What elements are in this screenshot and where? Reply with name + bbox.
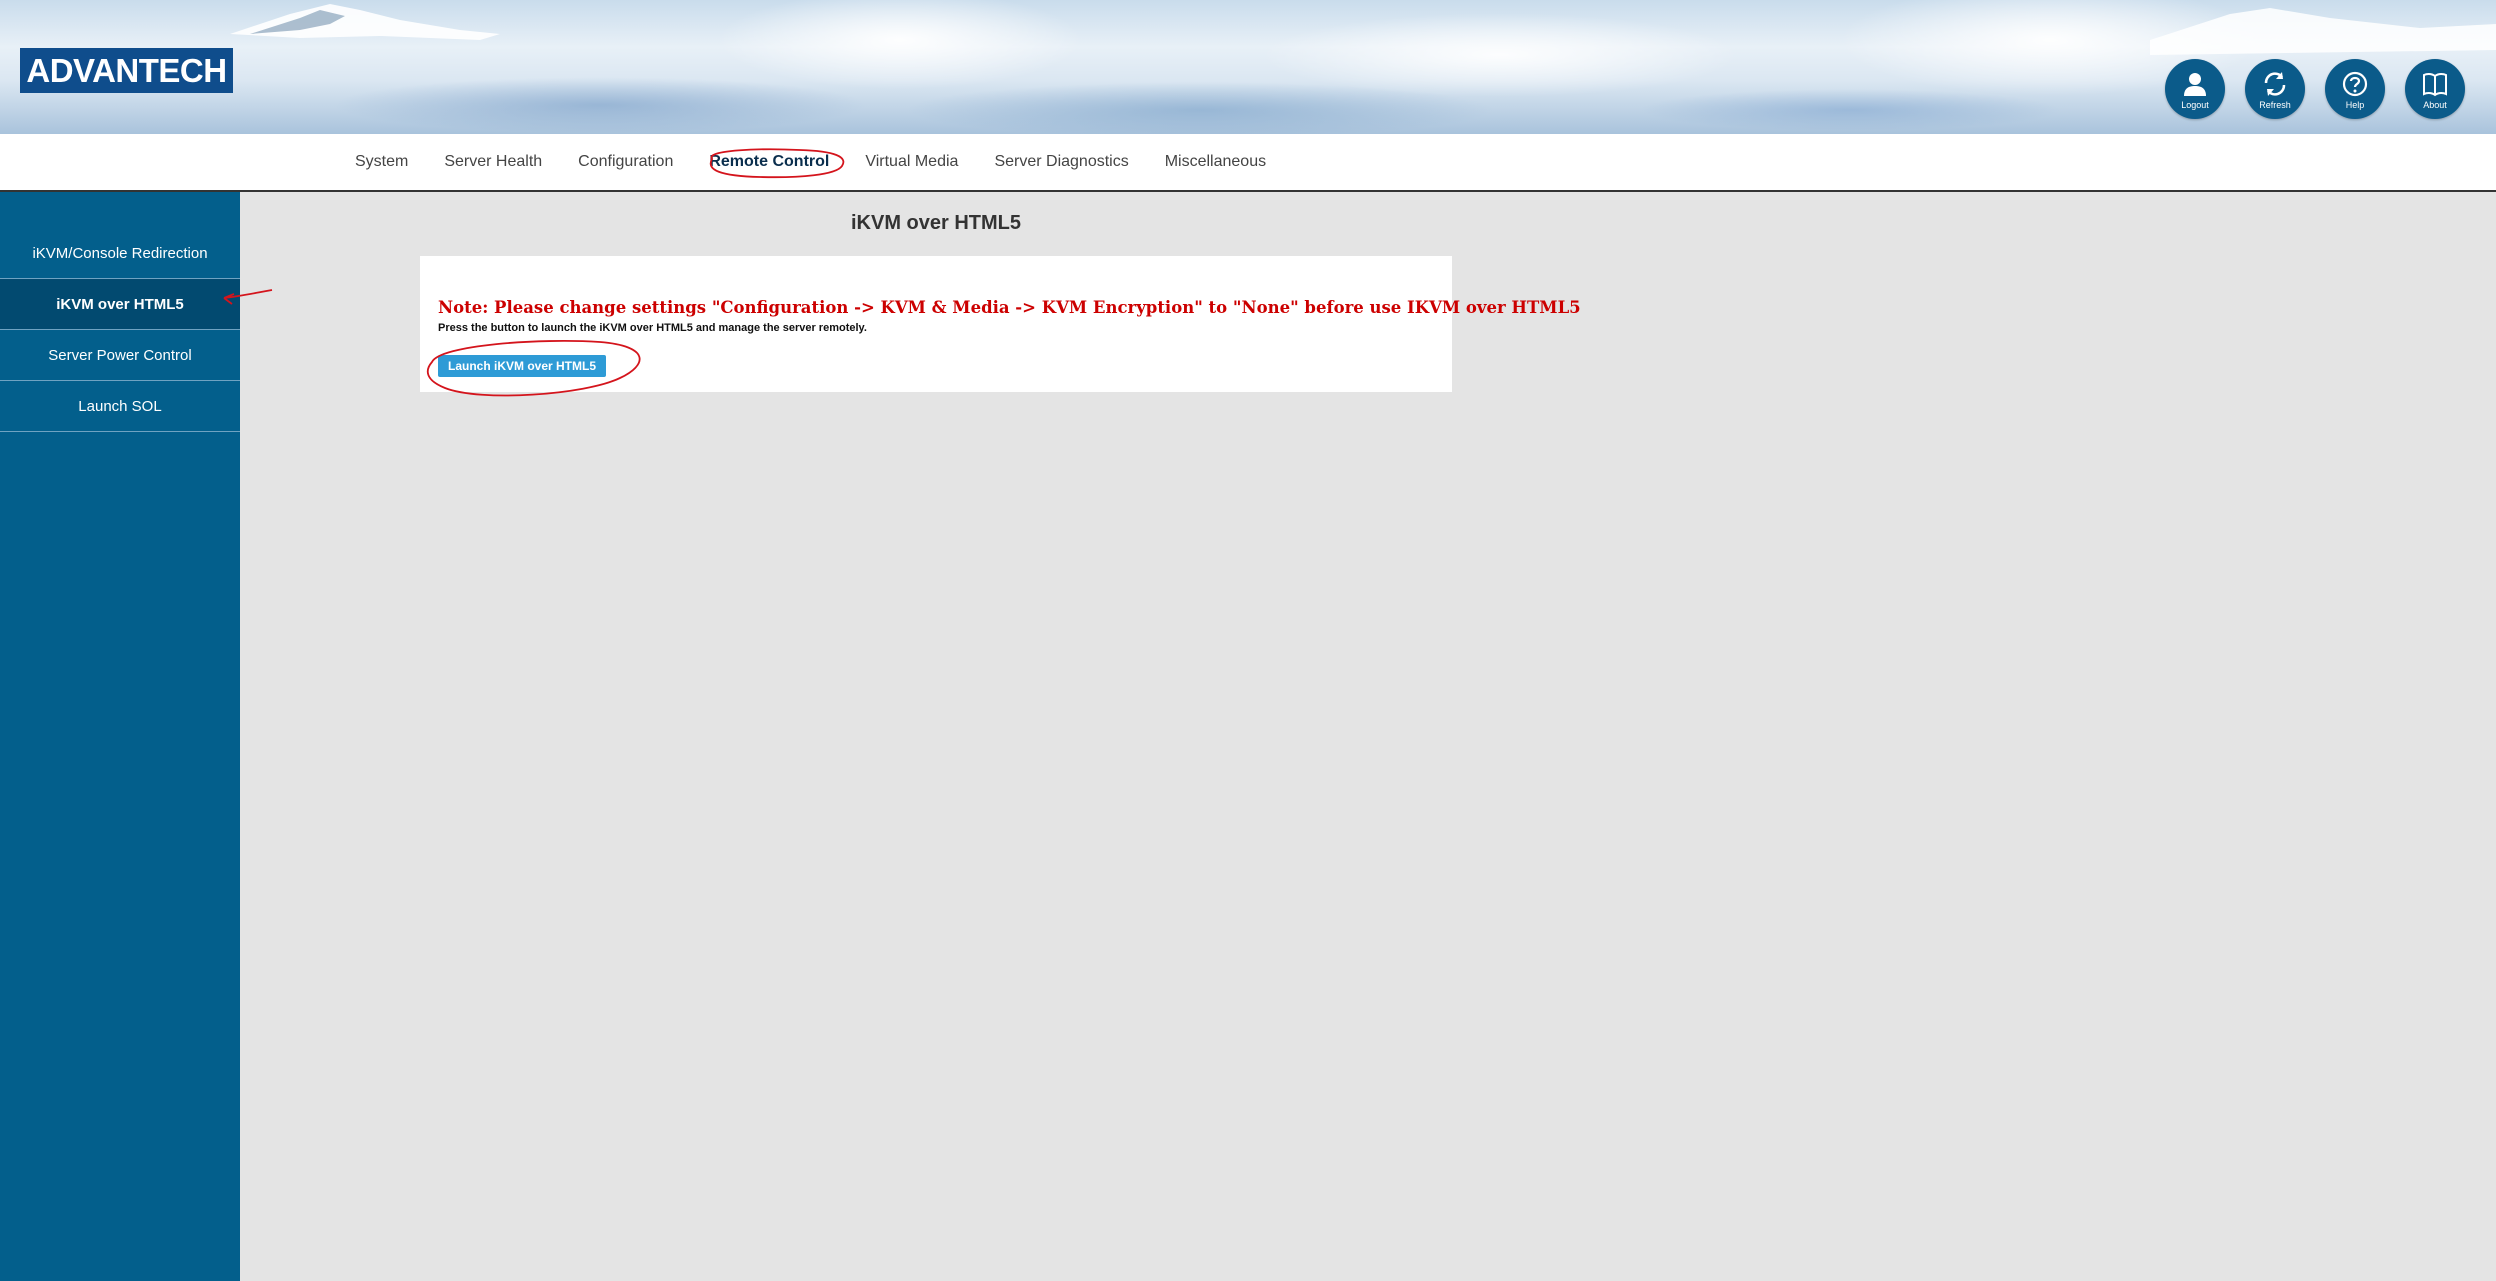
- help-button[interactable]: Help: [2325, 59, 2385, 119]
- nav-item-server-diagnostics[interactable]: Server Diagnostics: [994, 153, 1128, 171]
- nav-item-virtual-media[interactable]: Virtual Media: [865, 153, 958, 171]
- logout-label: Logout: [2181, 99, 2209, 110]
- refresh-label: Refresh: [2259, 99, 2291, 110]
- nav-item-server-health[interactable]: Server Health: [444, 153, 542, 171]
- nav-item-configuration[interactable]: Configuration: [578, 153, 673, 171]
- sidebar-item-server-power-control[interactable]: Server Power Control: [0, 330, 240, 381]
- launch-ikvm-html5-button[interactable]: Launch iKVM over HTML5: [438, 355, 606, 377]
- about-label: About: [2423, 99, 2447, 110]
- sidebar-item-ikvm-over-html5[interactable]: iKVM over HTML5: [0, 279, 240, 330]
- sidebar-item-ikvm-console-redirection[interactable]: iKVM/Console Redirection: [0, 228, 240, 279]
- header-banner: ADVANTECH Logout Refresh Help About: [0, 0, 2496, 134]
- mountain-background: [230, 4, 2496, 55]
- nav-item-remote-control[interactable]: Remote Control: [709, 153, 829, 171]
- content-panel: Note: Please change settings "Configurat…: [420, 256, 1581, 392]
- sidebar: iKVM/Console Redirection iKVM over HTML5…: [0, 192, 240, 1281]
- encryption-warning-note: Note: Please change settings "Configurat…: [438, 298, 1581, 317]
- help-label: Help: [2345, 99, 2365, 110]
- about-button[interactable]: About: [2405, 59, 2465, 119]
- launch-description: Press the button to launch the iKVM over…: [438, 322, 867, 334]
- header-actions: Logout Refresh Help About: [2165, 59, 2465, 119]
- refresh-icon: [2264, 71, 2286, 96]
- nav-item-miscellaneous[interactable]: Miscellaneous: [1165, 153, 1266, 171]
- user-icon: [2184, 72, 2206, 96]
- refresh-button[interactable]: Refresh: [2245, 59, 2305, 119]
- help-icon: [2342, 71, 2368, 96]
- red-annotation-overlay: [223, 148, 845, 397]
- top-navigation: System Server Health Configuration Remot…: [0, 134, 2496, 192]
- sidebar-item-launch-sol[interactable]: Launch SOL: [0, 381, 240, 432]
- advantech-logo: ADVANTECH: [20, 48, 233, 93]
- nav-item-system[interactable]: System: [355, 153, 408, 171]
- book-icon: [2423, 72, 2447, 96]
- logout-button[interactable]: Logout: [2165, 59, 2225, 119]
- page-title: iKVM over HTML5: [850, 212, 1022, 234]
